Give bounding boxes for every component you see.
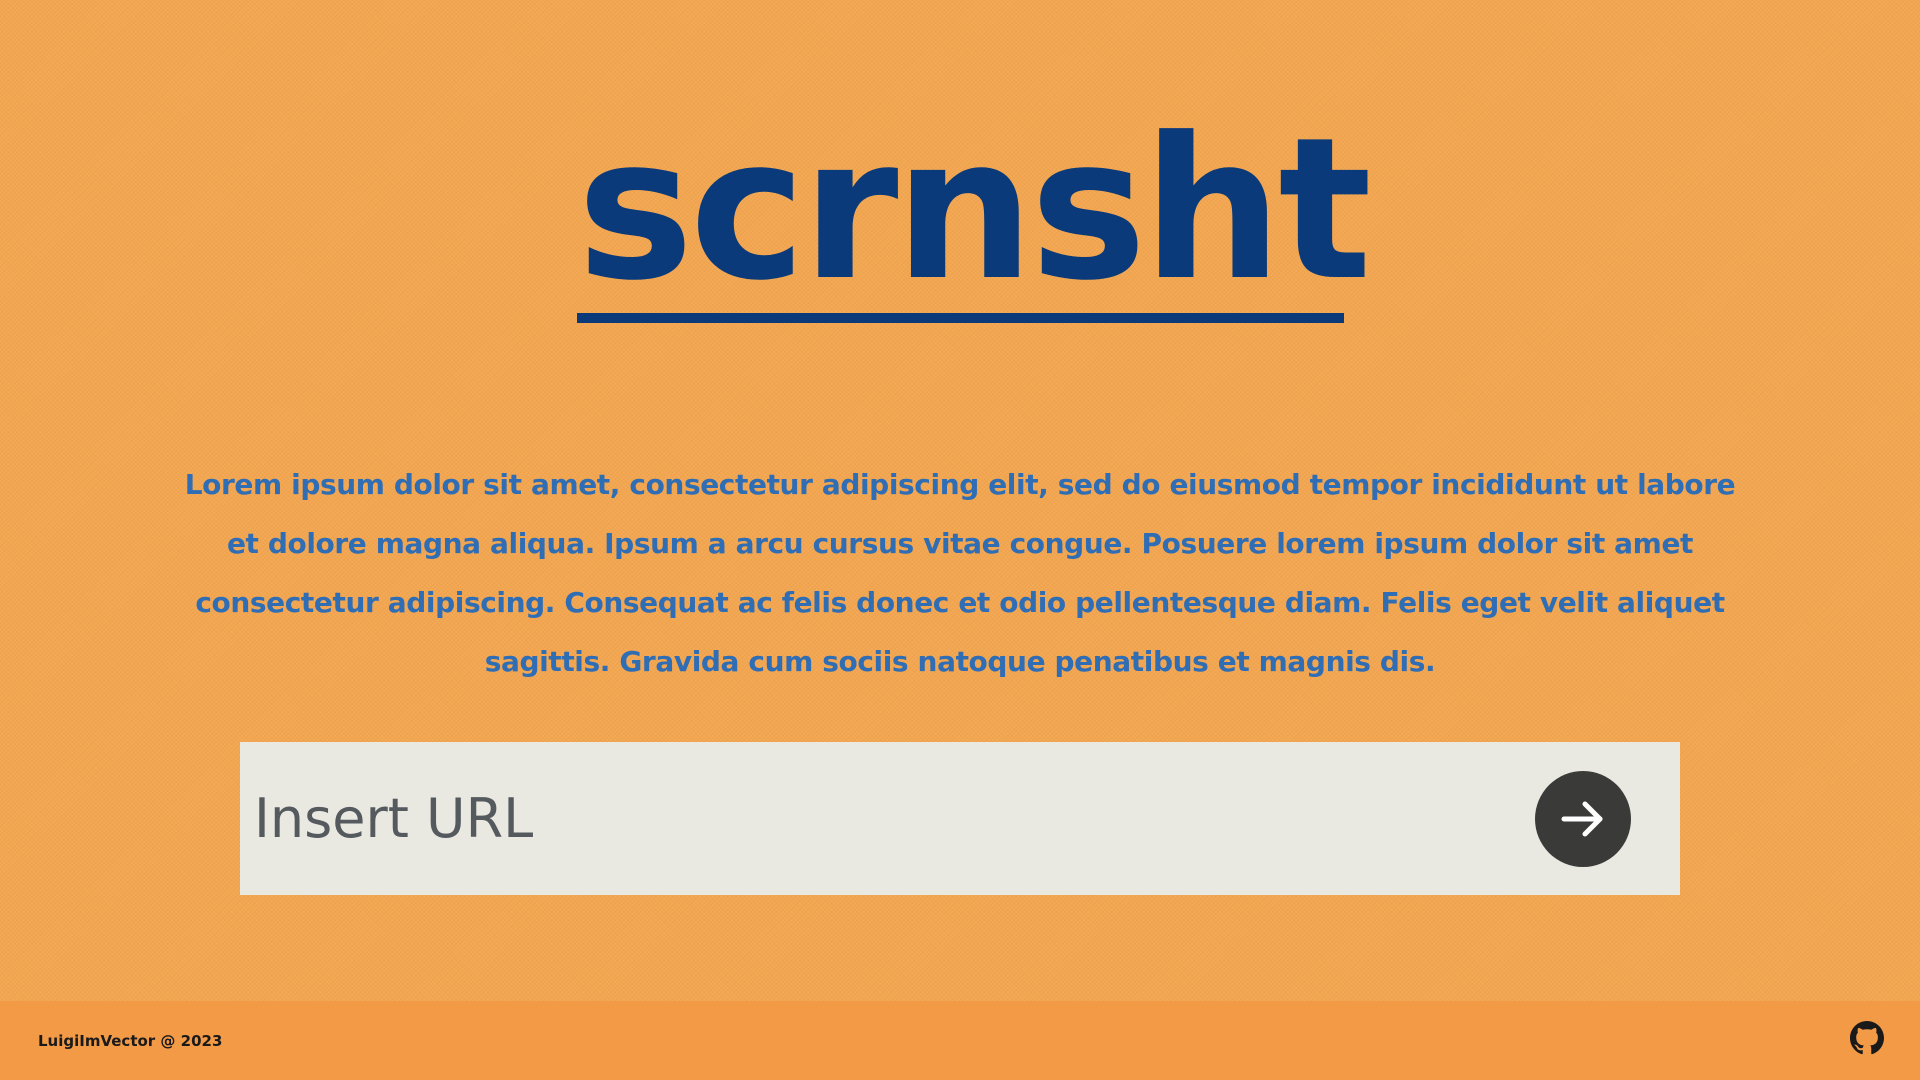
url-input[interactable]: [254, 768, 1504, 868]
intro-paragraph: Lorem ipsum dolor sit amet, consectetur …: [184, 468, 1736, 678]
github-icon: [1850, 1021, 1884, 1055]
logo-text: scrnsht: [577, 96, 1372, 324]
logo-underline: [577, 313, 1344, 323]
footer-credit: LuigiImVector @ 2023: [38, 1032, 223, 1050]
logo: scrnsht: [577, 96, 1372, 324]
hero-section: scrnsht Lorem ipsum dolor sit amet, cons…: [0, 0, 1920, 1001]
submit-button[interactable]: [1535, 771, 1631, 867]
footer: LuigiImVector @ 2023: [0, 1001, 1920, 1080]
url-form: [240, 742, 1680, 895]
arrow-right-icon: [1561, 801, 1603, 837]
github-link[interactable]: [1850, 1021, 1884, 1055]
